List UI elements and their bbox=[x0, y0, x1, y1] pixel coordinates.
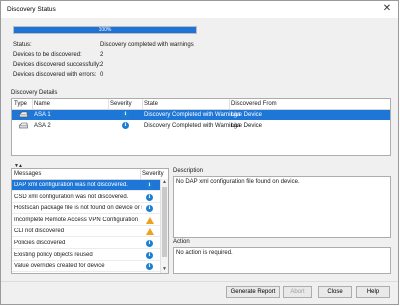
close-button[interactable]: Close bbox=[318, 286, 352, 298]
messages-scrollbar[interactable]: ▲ ▼ bbox=[160, 179, 168, 273]
message-text: Policies discovered bbox=[14, 240, 66, 246]
warning-icon bbox=[146, 228, 154, 237]
scroll-down-icon[interactable]: ▼ bbox=[161, 266, 168, 273]
summary-value: 2 bbox=[100, 52, 104, 58]
messages-list[interactable]: Messages Severity DAP xml configuration … bbox=[11, 168, 169, 274]
info-icon: i bbox=[146, 205, 153, 213]
close-icon[interactable]: ✕ bbox=[381, 3, 393, 15]
discovery-status-window: Discovery Status ✕ 100% Status: Discover… bbox=[0, 0, 399, 305]
column-header-state[interactable]: State bbox=[144, 101, 158, 107]
info-icon: i bbox=[146, 251, 153, 259]
list-item[interactable]: Existing policy objects reused i bbox=[12, 250, 162, 261]
help-button[interactable]: Help bbox=[356, 286, 390, 298]
scroll-thumb[interactable] bbox=[162, 187, 167, 257]
action-box: No action is required. bbox=[173, 247, 391, 274]
message-text: Hostscan package file is not found on de… bbox=[14, 205, 142, 212]
column-divider bbox=[142, 99, 143, 109]
device-type-icon bbox=[19, 122, 28, 132]
summary-value: 0 bbox=[100, 72, 104, 78]
abort-button[interactable]: Abort bbox=[283, 286, 312, 298]
summary-value: 2 bbox=[100, 62, 104, 68]
column-divider bbox=[229, 99, 230, 109]
scroll-up-icon[interactable]: ▲ bbox=[161, 179, 168, 186]
footer-divider bbox=[1, 281, 398, 282]
summary-label: Devices to be discovered: bbox=[13, 52, 82, 58]
summary-label: Devices discovered with errors: bbox=[13, 72, 97, 78]
device-name: ASA 1 bbox=[34, 112, 51, 118]
info-icon: i bbox=[146, 263, 153, 271]
action-label: Action bbox=[173, 239, 190, 245]
device-type-icon bbox=[19, 111, 28, 121]
warning-icon bbox=[146, 216, 154, 226]
message-text: Value overrides created for device bbox=[14, 263, 105, 270]
description-panel: Description No DAP xml configuration fil… bbox=[173, 168, 391, 238]
device-state: Discovery Completed with Warnings bbox=[144, 112, 241, 118]
description-text: No DAP xml configuration file found on d… bbox=[176, 179, 300, 185]
column-divider bbox=[32, 99, 33, 109]
generate-report-button[interactable]: Generate Report bbox=[226, 286, 280, 298]
action-panel: Action No action is required. bbox=[173, 239, 391, 274]
discovery-details-table[interactable]: Type Name Severity State Discovered From… bbox=[11, 98, 391, 156]
device-source: Live Device bbox=[231, 123, 263, 129]
window-title: Discovery Status bbox=[7, 6, 56, 13]
column-divider bbox=[108, 99, 109, 109]
list-item[interactable]: Incomplete Remote Access VPN Configurati… bbox=[12, 215, 162, 226]
message-text: Incomplete Remote Access VPN Configurati… bbox=[14, 216, 139, 223]
column-header-discovered-from[interactable]: Discovered From bbox=[231, 101, 277, 107]
progress-label: 100% bbox=[98, 27, 112, 33]
column-header-messages[interactable]: Messages bbox=[14, 171, 41, 177]
summary-value: Discovery completed with warnings bbox=[100, 42, 194, 48]
summary-label: Status: bbox=[13, 42, 32, 48]
message-text: Existing policy objects reused bbox=[14, 251, 93, 258]
action-text: No action is required. bbox=[176, 250, 233, 256]
description-box: No DAP xml configuration file found on d… bbox=[173, 176, 391, 238]
info-icon: i bbox=[146, 240, 153, 247]
title-bar: Discovery Status ✕ bbox=[1, 1, 398, 18]
list-item[interactable]: DAP xml configuration was not discovered… bbox=[12, 180, 162, 191]
device-state: Discovery Completed with Warnings bbox=[144, 123, 241, 129]
list-item[interactable]: Hostscan package file is not found on de… bbox=[12, 203, 162, 215]
list-item[interactable]: CLI not discovered bbox=[12, 226, 162, 238]
device-name: ASA 2 bbox=[34, 123, 51, 129]
progress-bar: 100% bbox=[13, 26, 197, 34]
column-divider bbox=[140, 169, 141, 179]
messages-header: Messages Severity bbox=[12, 169, 168, 180]
message-text: CLI not discovered bbox=[14, 228, 65, 235]
column-header-severity[interactable]: Severity bbox=[110, 101, 132, 107]
table-header: Type Name Severity State Discovered From bbox=[12, 99, 390, 110]
message-text: DAP xml configuration was not discovered… bbox=[14, 182, 128, 188]
discovery-details-label: Discovery Details bbox=[11, 90, 58, 96]
message-text: CSD xml configuration was not discovered… bbox=[14, 193, 129, 200]
summary-label: Devices discovered successfully: bbox=[13, 62, 101, 68]
table-row[interactable]: ASA 2 i Discovery Completed with Warning… bbox=[12, 121, 390, 131]
column-header-type[interactable]: Type bbox=[14, 101, 27, 107]
table-row[interactable]: ASA 1 i Discovery Completed with Warning… bbox=[12, 110, 390, 120]
list-item[interactable]: Value overrides created for device i bbox=[12, 261, 162, 273]
info-icon: i bbox=[146, 193, 153, 201]
list-item[interactable]: Policies discovered i bbox=[12, 238, 162, 249]
description-label: Description bbox=[173, 168, 204, 174]
device-source: Live Device bbox=[231, 112, 263, 118]
column-header-name[interactable]: Name bbox=[34, 101, 50, 107]
info-icon: i bbox=[146, 182, 153, 189]
list-item[interactable]: CSD xml configuration was not discovered… bbox=[12, 192, 162, 203]
info-icon: i bbox=[122, 122, 129, 129]
info-icon: i bbox=[122, 111, 129, 118]
column-header-severity[interactable]: Severity bbox=[142, 171, 164, 177]
